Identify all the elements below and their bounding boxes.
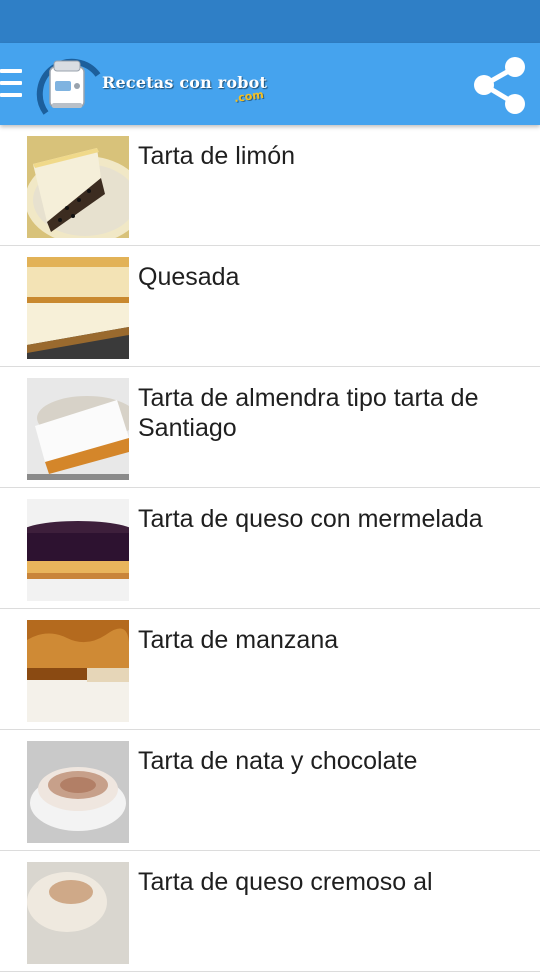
list-item[interactable]: Tarta de queso cremoso al xyxy=(0,851,540,972)
list-item[interactable]: Tarta de almendra tipo tarta de Santiago xyxy=(0,367,540,488)
logo-title: Recetas con robot xyxy=(102,73,268,92)
list-item[interactable]: Tarta de nata y chocolate xyxy=(0,730,540,851)
share-button[interactable] xyxy=(466,51,532,117)
recipe-thumbnail xyxy=(27,741,129,843)
app-logo[interactable]: Recetas con robot .com xyxy=(36,53,276,117)
list-item[interactable]: Tarta de manzana xyxy=(0,609,540,730)
status-bar xyxy=(0,0,540,43)
recipe-title: Tarta de nata y chocolate xyxy=(138,747,418,775)
recipe-thumbnail xyxy=(27,620,129,722)
recipe-thumbnail xyxy=(27,378,129,480)
recipe-title: Tarta de almendra tipo tarta de Santiago xyxy=(138,384,479,442)
robot-logo-icon xyxy=(36,58,101,115)
recipe-title: Tarta de queso cremoso al xyxy=(138,868,433,896)
recipe-title: Tarta de limón xyxy=(138,142,296,170)
menu-button[interactable] xyxy=(0,67,24,101)
recipe-title: Tarta de manzana xyxy=(138,626,339,654)
list-item[interactable]: Quesada xyxy=(0,246,540,367)
recipe-title: Tarta de queso con mermelada xyxy=(138,505,483,533)
recipe-thumbnail xyxy=(27,257,129,359)
share-icon xyxy=(474,57,525,114)
recipe-thumbnail xyxy=(27,136,129,238)
recipe-thumbnail xyxy=(27,499,129,601)
recipe-title: Quesada xyxy=(138,263,240,291)
logo-suffix: .com xyxy=(233,87,265,106)
recipe-thumbnail xyxy=(27,862,129,964)
list-item[interactable]: Tarta de limón xyxy=(0,125,540,246)
list-item[interactable]: Tarta de queso con mermelada xyxy=(0,488,540,609)
recipe-list: Tarta de limón Quesada Tarta de almendra… xyxy=(0,125,540,972)
app-bar: Recetas con robot .com xyxy=(0,43,540,125)
